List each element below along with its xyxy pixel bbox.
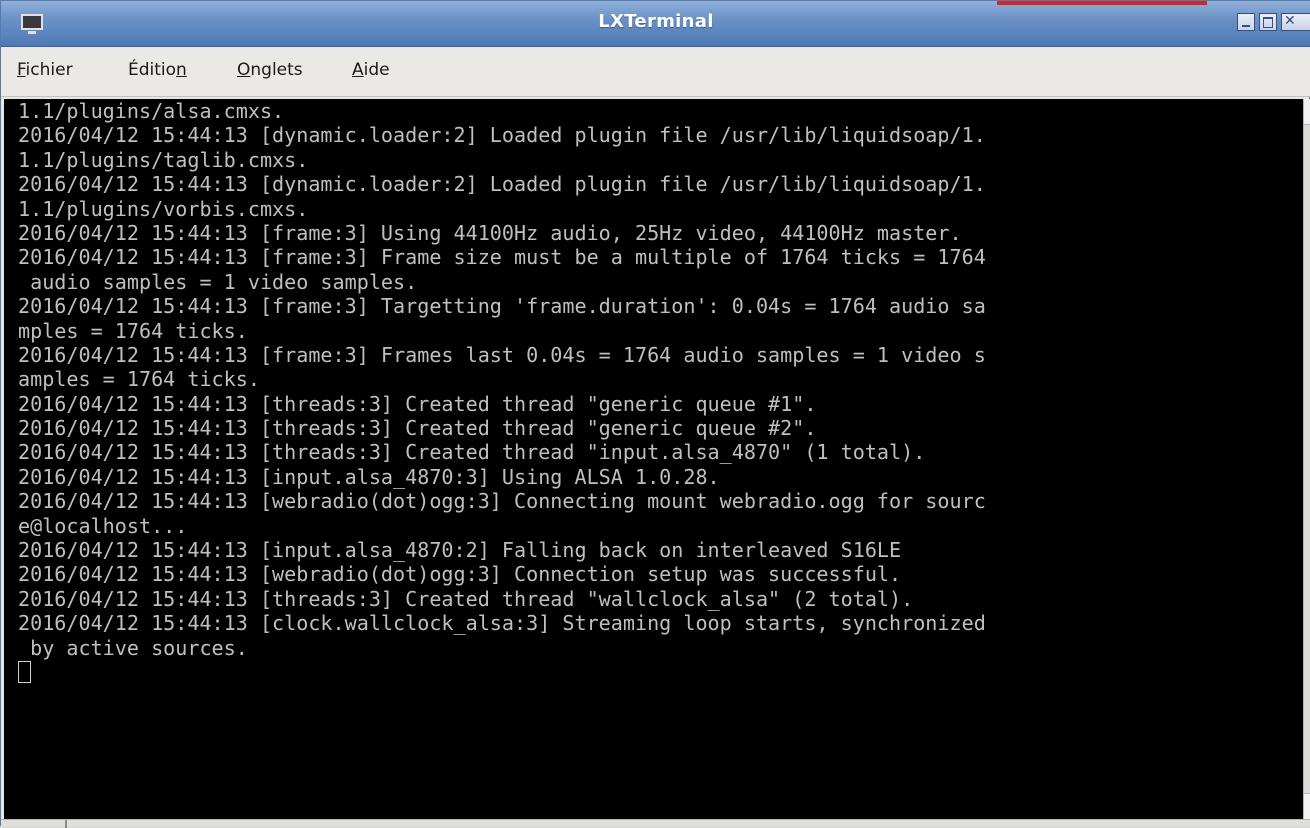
terminal-line: mples = 1764 ticks. bbox=[18, 318, 248, 343]
window-title: LXTerminal bbox=[598, 11, 714, 32]
menu-aide[interactable]: Aide bbox=[352, 60, 390, 80]
scroll-down-arrow[interactable] bbox=[1304, 793, 1310, 819]
title-bar[interactable]: LXTerminal bbox=[1, 1, 1310, 47]
terminal-line: 1.1/plugins/alsa.cmxs. bbox=[18, 99, 285, 123]
terminal-line: 2016/04/12 15:44:13 [webradio(dot)ogg:3]… bbox=[18, 562, 902, 587]
terminal-line: amples = 1764 ticks. bbox=[18, 367, 260, 392]
terminal-output[interactable]: 1.1/plugins/alsa.cmxs. 2016/04/12 15:44:1… bbox=[4, 99, 1303, 819]
terminal-line: 2016/04/12 15:44:13 [frame:3] Using 4410… bbox=[18, 220, 962, 245]
panel-highlight bbox=[997, 1, 1207, 5]
terminal-line: by active sources. bbox=[18, 635, 248, 660]
scroll-up-arrow[interactable] bbox=[1304, 99, 1310, 125]
terminal-line: 2016/04/12 15:44:13 [frame:3] Targetting… bbox=[18, 294, 986, 319]
terminal-window: LXTerminal Fichier Édition Onglets Aide … bbox=[0, 0, 1310, 828]
terminal-line: e@localhost... bbox=[18, 513, 188, 538]
terminal-line: 2016/04/12 15:44:13 [frame:3] Frame size… bbox=[18, 245, 986, 270]
terminal-line: audio samples = 1 video samples. bbox=[18, 269, 418, 294]
terminal-line: 2016/04/12 15:44:13 [dynamic.loader:2] L… bbox=[18, 172, 986, 197]
terminal-line: 1.1/plugins/taglib.cmxs. bbox=[18, 147, 309, 172]
menu-edition[interactable]: Édition bbox=[128, 60, 187, 80]
terminal-line: 2016/04/12 15:44:13 [input.alsa_4870:3] … bbox=[18, 464, 720, 489]
menu-fichier[interactable]: Fichier bbox=[17, 60, 73, 80]
terminal-line: 2016/04/12 15:44:13 [threads:3] Created … bbox=[18, 586, 914, 611]
terminal-lines: 1.1/plugins/alsa.cmxs. 2016/04/12 15:44:1… bbox=[18, 99, 986, 684]
terminal-line: 2016/04/12 15:44:13 [threads:3] Created … bbox=[18, 416, 817, 441]
maximize-icon[interactable] bbox=[1259, 13, 1277, 31]
close-icon[interactable] bbox=[1281, 13, 1310, 31]
terminal-line: 2016/04/12 15:44:13 [clock.wallclock_als… bbox=[18, 611, 986, 636]
terminal-line: 2016/04/12 15:44:13 [dynamic.loader:2] L… bbox=[18, 123, 986, 148]
menu-bar: Fichier Édition Onglets Aide bbox=[1, 47, 1310, 97]
terminal-line: 2016/04/12 15:44:13 [threads:3] Created … bbox=[18, 391, 817, 416]
terminal-line: 2016/04/12 15:44:13 [webradio(dot)ogg:3]… bbox=[18, 489, 986, 514]
vertical-scrollbar[interactable] bbox=[1303, 99, 1310, 819]
text-cursor bbox=[18, 660, 31, 683]
menu-onglets[interactable]: Onglets bbox=[237, 60, 303, 80]
minimize-icon[interactable] bbox=[1237, 13, 1255, 31]
prompt-line bbox=[18, 660, 986, 684]
terminal-line: 2016/04/12 15:44:13 [frame:3] Frames las… bbox=[18, 342, 986, 367]
tab-separator bbox=[65, 820, 67, 828]
terminal-line: 2016/04/12 15:44:13 [input.alsa_4870:2] … bbox=[18, 538, 902, 563]
terminal-line: 1.1/plugins/vorbis.cmxs. bbox=[18, 196, 309, 221]
terminal-line: 2016/04/12 15:44:13 [threads:3] Created … bbox=[18, 440, 926, 465]
